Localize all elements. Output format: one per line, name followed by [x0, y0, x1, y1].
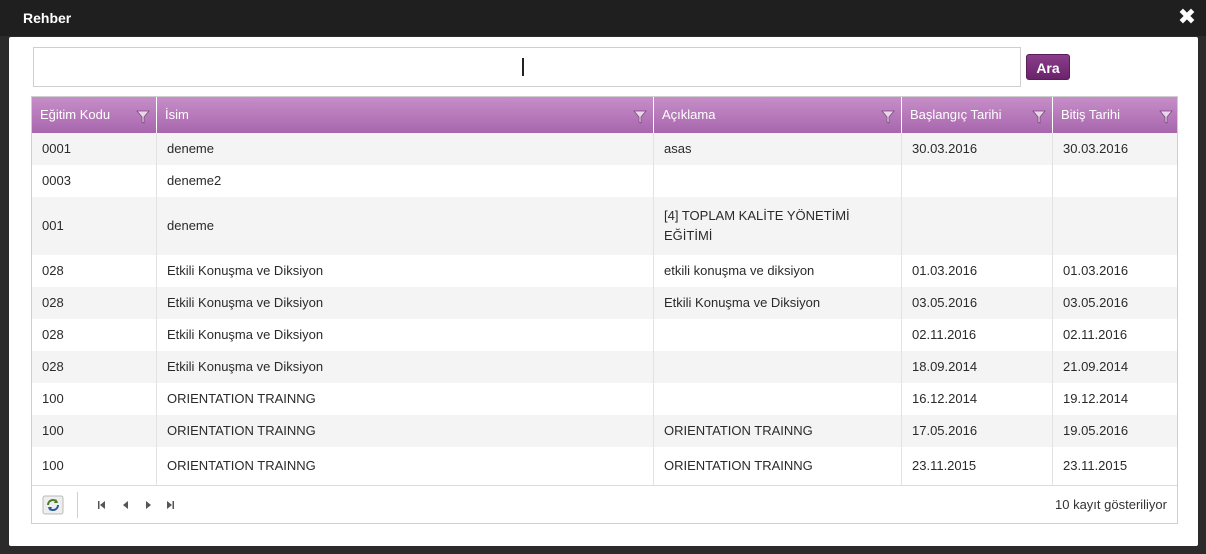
- guide-dialog: Rehber ✖ Ara Eğitim Kodu İsim Açıklama B…: [0, 0, 1206, 554]
- cell-end-date: 03.05.2016: [1063, 295, 1129, 310]
- cell-description: [654, 165, 902, 197]
- cell-name: Etkili Konuşma ve Diksiyon: [157, 351, 654, 383]
- cell-end-date: 30.03.2016: [1063, 141, 1129, 156]
- column-header-label: Başlangıç Tarihi: [910, 107, 1002, 122]
- column-header-label: Eğitim Kodu: [40, 107, 111, 122]
- table-row[interactable]: 028 Etkili Konuşma ve Diksiyon etkili ko…: [32, 255, 1177, 287]
- results-grid: Eğitim Kodu İsim Açıklama Başlangıç Tari…: [31, 96, 1178, 524]
- table-row[interactable]: 028 Etkili Konuşma ve Diksiyon Etkili Ko…: [32, 287, 1177, 319]
- cell-description: asas: [654, 133, 902, 165]
- cell-start-date: 03.05.2016: [902, 287, 1053, 319]
- cell-description: ORIENTATION TRAINNG: [654, 415, 902, 447]
- cell-code: 028: [32, 287, 157, 319]
- cell-code: 0001: [32, 133, 157, 165]
- column-header-code[interactable]: Eğitim Kodu: [32, 97, 157, 133]
- cell-name: deneme: [157, 197, 654, 255]
- cell-start-date: 01.03.2016: [902, 255, 1053, 287]
- table-row[interactable]: 100 ORIENTATION TRAINNG ORIENTATION TRAI…: [32, 447, 1177, 485]
- column-header-name[interactable]: İsim: [157, 97, 654, 133]
- cell-end-date: 01.03.2016: [1063, 263, 1129, 278]
- table-row[interactable]: 001 deneme [4] TOPLAM KALİTE YÖNETİMİ EĞ…: [32, 197, 1177, 255]
- filter-icon[interactable]: [1159, 110, 1173, 124]
- cell-end-date: 23.11.2015: [1063, 458, 1128, 473]
- search-input[interactable]: [33, 47, 1021, 87]
- column-header-start-date[interactable]: Başlangıç Tarihi: [902, 97, 1053, 133]
- cell-end-date: [1053, 197, 1177, 255]
- table-row[interactable]: 0003 deneme2: [32, 165, 1177, 197]
- cell-start-date: [902, 165, 1053, 197]
- cell-description: etkili konuşma ve diksiyon: [654, 255, 902, 287]
- cell-start-date: 23.11.2015: [902, 447, 1053, 485]
- prev-page-icon[interactable]: [118, 496, 134, 514]
- cell-end-date: 21.09.2014: [1063, 359, 1129, 374]
- cell-code: 028: [32, 319, 157, 351]
- cell-description: [654, 319, 902, 351]
- pager-separator: [77, 492, 78, 518]
- cell-name: deneme: [157, 133, 654, 165]
- cell-name: deneme2: [157, 165, 654, 197]
- filter-icon[interactable]: [1032, 110, 1046, 124]
- column-header-end-date[interactable]: Bitiş Tarihi: [1053, 97, 1177, 133]
- filter-icon[interactable]: [136, 110, 150, 124]
- cell-code: 0003: [32, 165, 157, 197]
- next-page-icon[interactable]: [140, 496, 156, 514]
- column-header-label: Açıklama: [662, 107, 716, 122]
- text-caret: [522, 58, 524, 76]
- cell-name: Etkili Konuşma ve Diksiyon: [157, 287, 654, 319]
- cell-name: Etkili Konuşma ve Diksiyon: [157, 319, 654, 351]
- cell-start-date: 02.11.2016: [902, 319, 1053, 351]
- cell-code: 100: [32, 447, 157, 485]
- cell-description: [654, 383, 902, 415]
- cell-start-date: 16.12.2014: [902, 383, 1053, 415]
- cell-end-date: 19.05.2016: [1063, 423, 1129, 438]
- cell-name: Etkili Konuşma ve Diksiyon: [157, 255, 654, 287]
- search-button[interactable]: Ara: [1026, 54, 1070, 80]
- table-row[interactable]: 100 ORIENTATION TRAINNG 16.12.2014 19.12…: [32, 383, 1177, 415]
- table-row[interactable]: 0001 deneme asas 30.03.2016 30.03.2016: [32, 133, 1177, 165]
- first-page-icon[interactable]: [94, 496, 110, 514]
- column-header-label: İsim: [165, 107, 189, 122]
- filter-icon[interactable]: [881, 110, 895, 124]
- cell-start-date: [902, 197, 1053, 255]
- title-bar: Rehber ✖: [0, 0, 1206, 36]
- cell-code: 100: [32, 415, 157, 447]
- last-page-icon[interactable]: [162, 496, 178, 514]
- cell-code: 028: [32, 351, 157, 383]
- cell-description: ORIENTATION TRAINNG: [654, 447, 902, 485]
- cell-name: ORIENTATION TRAINNG: [157, 447, 654, 485]
- record-count: 10 kayıt gösteriliyor: [1055, 497, 1167, 512]
- cell-start-date: 17.05.2016: [902, 415, 1053, 447]
- column-header-label: Bitiş Tarihi: [1061, 107, 1121, 122]
- cell-description: [654, 351, 902, 383]
- cell-code: 100: [32, 383, 157, 415]
- refresh-icon[interactable]: [42, 495, 64, 515]
- cell-description: [4] TOPLAM KALİTE YÖNETİMİ EĞİTİMİ: [654, 197, 902, 255]
- grid-header: Eğitim Kodu İsim Açıklama Başlangıç Tari…: [32, 97, 1177, 133]
- table-row[interactable]: 100 ORIENTATION TRAINNG ORIENTATION TRAI…: [32, 415, 1177, 447]
- cell-start-date: 18.09.2014: [902, 351, 1053, 383]
- cell-end-date: [1053, 165, 1177, 197]
- cell-description: Etkili Konuşma ve Diksiyon: [654, 287, 902, 319]
- cell-name: ORIENTATION TRAINNG: [157, 415, 654, 447]
- table-row[interactable]: 028 Etkili Konuşma ve Diksiyon 02.11.201…: [32, 319, 1177, 351]
- cell-name: ORIENTATION TRAINNG: [157, 383, 654, 415]
- cell-code: 028: [32, 255, 157, 287]
- column-header-description[interactable]: Açıklama: [654, 97, 902, 133]
- cell-end-date: 19.12.2014: [1063, 391, 1129, 406]
- dialog-title: Rehber: [23, 10, 72, 26]
- table-row[interactable]: 028 Etkili Konuşma ve Diksiyon 18.09.201…: [32, 351, 1177, 383]
- cell-end-date: 02.11.2016: [1063, 327, 1128, 342]
- cell-code: 001: [32, 197, 157, 255]
- close-icon[interactable]: ✖: [1176, 6, 1198, 28]
- cell-start-date: 30.03.2016: [902, 133, 1053, 165]
- filter-icon[interactable]: [633, 110, 647, 124]
- pager: 10 kayıt gösteriliyor: [32, 485, 1177, 523]
- dialog-content: Ara Eğitim Kodu İsim Açıklama Başlangıç …: [9, 37, 1198, 546]
